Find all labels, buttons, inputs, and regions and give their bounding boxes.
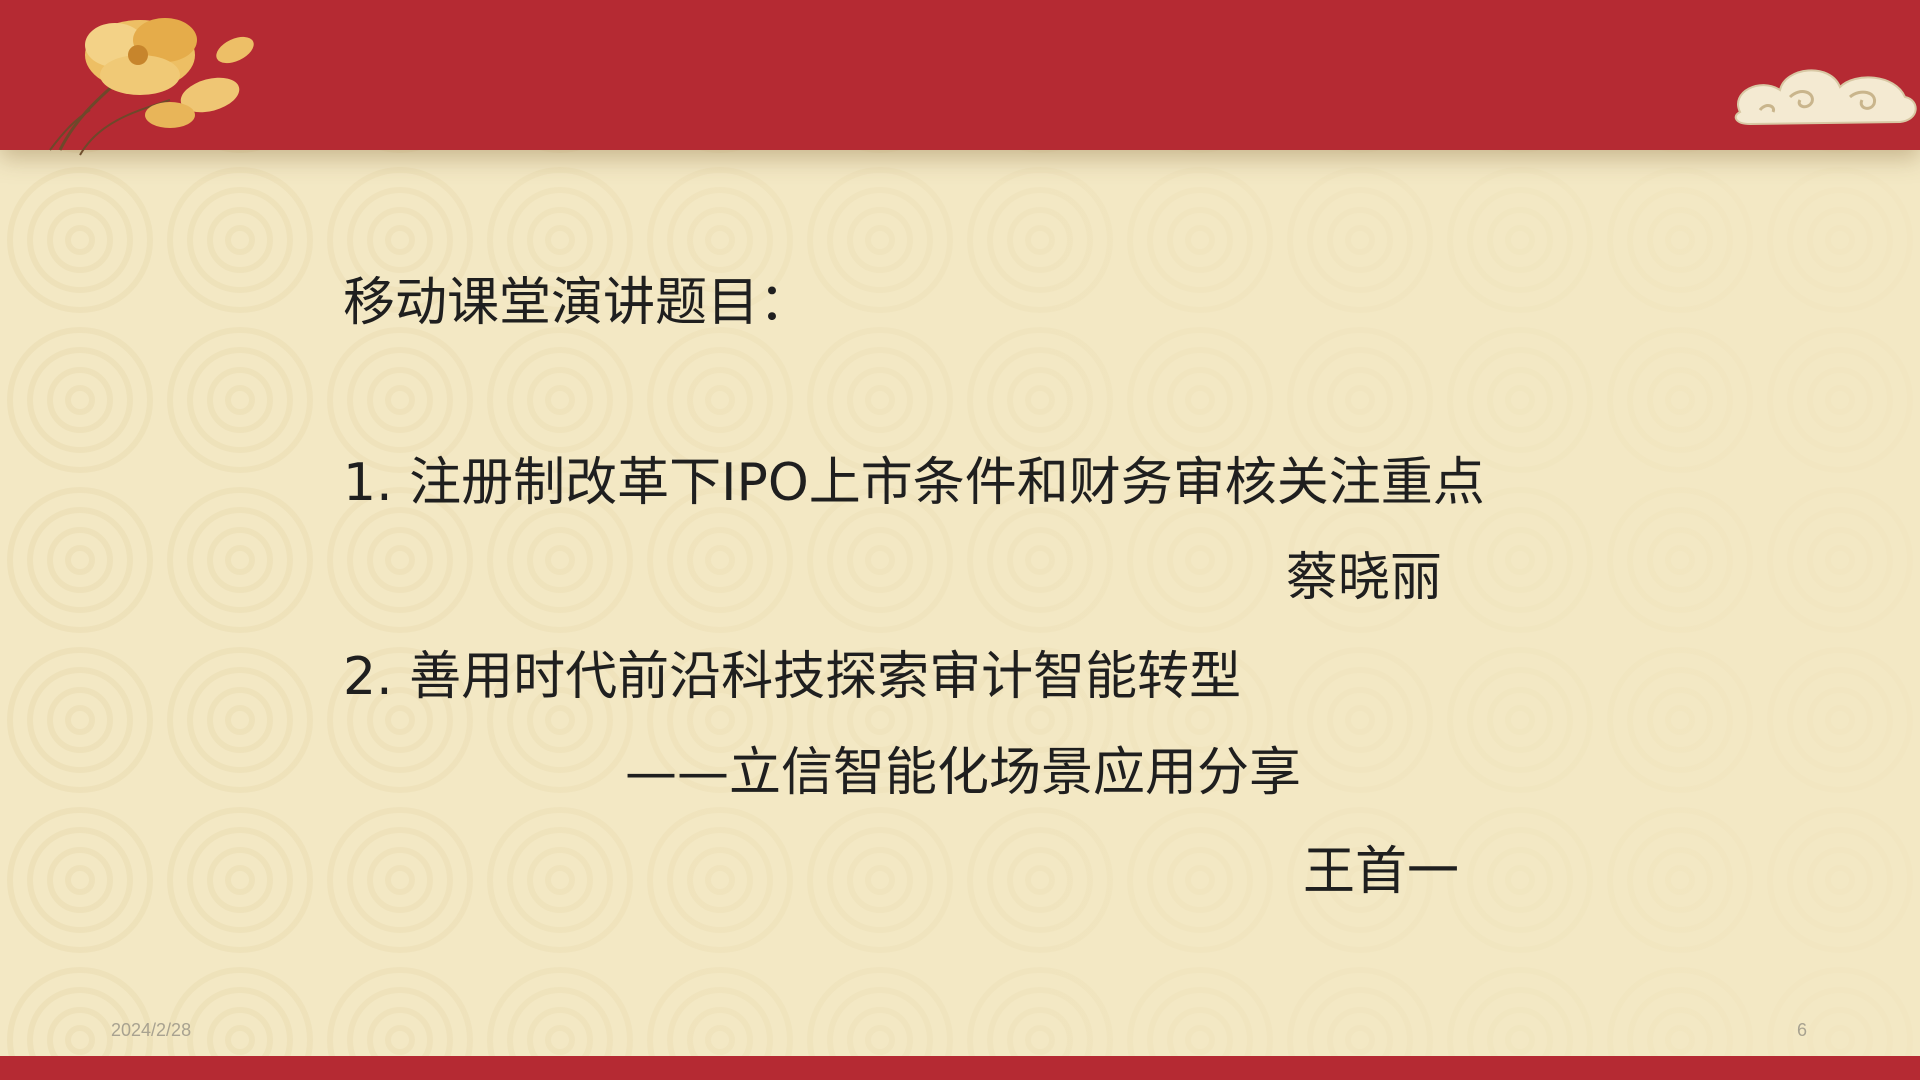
topic-1-title: 1. 注册制改革下IPO上市条件和财务审核关注重点 (343, 453, 1485, 513)
slide-page-number: 6 (1797, 1020, 1808, 1040)
topic-1-author: 蔡晓丽 (1286, 548, 1443, 608)
auspicious-cloud-icon (1734, 69, 1917, 126)
bottom-banner (0, 1056, 1920, 1080)
topic-2-author: 王首一 (1303, 842, 1460, 902)
topic-2-title: 2. 善用时代前沿科技探索审计智能转型 (343, 647, 1242, 707)
presentation-slide: 移动课堂演讲题目： 1. 注册制改革下IPO上市条件和财务审核关注重点 蔡晓丽 … (0, 0, 1920, 1080)
slide-date: 2024/2/28 (111, 1020, 192, 1040)
slide-heading: 移动课堂演讲题目： (343, 273, 812, 333)
top-banner (0, 0, 1920, 150)
swirl-background-pattern (0, 0, 1920, 1080)
topic-2-subtitle: ——立信智能化场景应用分享 (625, 743, 1302, 803)
flower-icon (49, 18, 254, 156)
